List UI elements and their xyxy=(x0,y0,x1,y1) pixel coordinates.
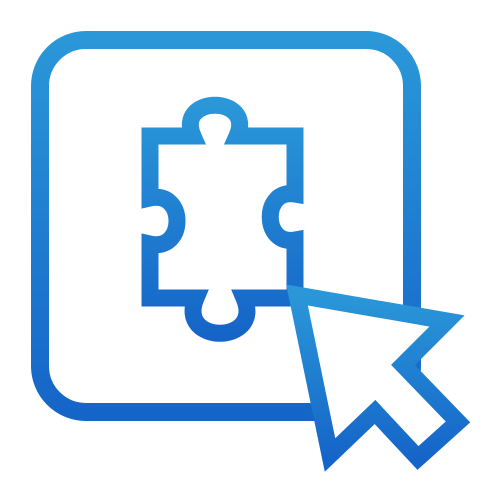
icon-canvas xyxy=(0,0,500,500)
puzzle-piece-icon xyxy=(141,96,304,342)
extension-cursor-icon xyxy=(31,31,471,472)
mouse-pointer-icon xyxy=(286,284,471,472)
